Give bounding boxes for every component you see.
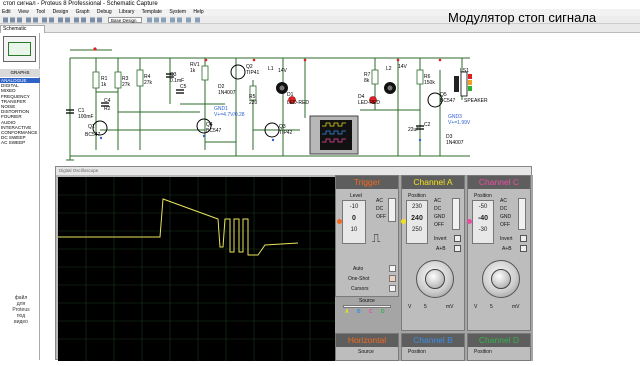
menu-design[interactable]: Design: [53, 9, 69, 15]
graphs-list: ANALOGUE DIGITAL MIXED FREQUENCY TRANSFE…: [0, 78, 40, 146]
label-d3-type: 1N4007: [446, 140, 464, 146]
label-r5-value: 220: [249, 100, 258, 106]
label-d1: D1: [287, 92, 294, 98]
trigger-oneshot-label: One-Shot: [348, 276, 370, 282]
tab-bar: Schematic Capture: [0, 24, 640, 39]
trigger-level-label: Level: [350, 193, 362, 199]
label-d4-type: LED-RED: [358, 100, 380, 106]
channel-c-coupling-switch[interactable]: [518, 198, 526, 230]
label-d1-type: LED-RED: [287, 100, 309, 106]
menu-view[interactable]: View: [18, 9, 29, 15]
trigger-cursors-label: Cursors: [351, 286, 369, 292]
left-panel: GRAPHS ANALOGUE DIGITAL MIXED FREQUENCY …: [0, 33, 40, 360]
channel-a-title: Channel A: [402, 176, 464, 189]
channel-d-panel: Channel D Position: [467, 333, 531, 361]
label-gnd1-value: V+=4.7V/0.28: [214, 112, 245, 118]
channel-a-position-display[interactable]: 230 240 250: [406, 200, 428, 244]
trigger-source-label: Source: [359, 298, 375, 304]
channel-c-volts-knob[interactable]: [482, 260, 520, 298]
channel-c-invert-button[interactable]: [520, 235, 527, 242]
channel-c-position-display[interactable]: -50 -40 -30: [472, 200, 494, 244]
label-q1-type: BC547: [85, 132, 101, 138]
trigger-title: Trigger: [336, 176, 398, 189]
channel-a-coupling-switch[interactable]: [452, 198, 460, 230]
page-heading: Модулятор стоп сигнала: [448, 10, 597, 25]
label-r7-value: 8k: [364, 78, 370, 84]
label-q5-type: BC547: [440, 98, 456, 104]
trigger-source-slider[interactable]: [343, 305, 391, 308]
channel-c-marker: [467, 219, 472, 224]
graphs-mode-header: GRAPHS: [0, 69, 40, 77]
channel-c-panel: Channel C Position -50 -40 -30 AC DC GND…: [467, 175, 531, 331]
label-q3-type: TIP42: [279, 130, 293, 136]
label-l2-value: 14V: [398, 64, 408, 70]
horizontal-title: Horizontal: [336, 334, 398, 347]
label-c2: C2: [424, 122, 431, 128]
label-q2-type: TIP41: [246, 70, 260, 76]
trigger-oneshot-button[interactable]: [389, 275, 396, 282]
oscilloscope-trace: [58, 177, 335, 361]
label-c4: C4: [104, 98, 111, 104]
label-r2: R2: [104, 106, 111, 112]
label-gnd3-value: V+=1.99V: [448, 120, 471, 126]
trigger-panel: Trigger Level -10 0 10 AC DC OFF ⎍ Auto …: [335, 175, 399, 297]
trigger-edge-icon[interactable]: ⎍: [372, 231, 380, 246]
side-note: файл для Proteus под видео: [12, 295, 30, 325]
window-title: стоп сигнал - Proteus 8 Professional - S…: [0, 0, 640, 9]
label-l1: L1: [268, 66, 274, 72]
menu-debug[interactable]: Debug: [97, 9, 112, 15]
label-rv1-value: 1k: [190, 68, 196, 74]
menu-template[interactable]: Template: [142, 9, 162, 15]
channel-c-title: Channel C: [468, 176, 530, 189]
oscilloscope-controls: Trigger Level -10 0 10 AC DC OFF ⎍ Auto …: [335, 175, 533, 361]
channel-a-volts-knob[interactable]: [416, 260, 454, 298]
graph-item-ac-sweep[interactable]: AC SWEEP: [0, 140, 40, 145]
oscilloscope-window[interactable]: Digital Oscilloscope Trigger Level -10 0…: [55, 166, 533, 361]
trigger-cursors-button[interactable]: [389, 285, 396, 292]
toolbar-icons-right[interactable]: [146, 16, 256, 24]
schematic-canvas[interactable]: R1 1k R3 27k R4 27k C3 0.1mF RV1 1k Q2 T…: [40, 33, 640, 166]
menu-system[interactable]: System: [169, 9, 186, 15]
design-select[interactable]: Base Design: [108, 17, 142, 23]
label-r3-value: 27k: [122, 82, 131, 88]
label-d2-type: 1N4007: [218, 90, 236, 96]
label-r4-value: 27k: [144, 80, 153, 86]
trigger-auto-label: Auto: [353, 266, 364, 272]
label-l1-value: 14V: [278, 68, 288, 74]
label-q1: Q1: [88, 124, 95, 130]
label-c2-value: 22uF: [408, 127, 419, 133]
channel-a-marker: [401, 219, 406, 224]
label-r6-value: 150k: [424, 80, 435, 86]
tab-schematic-capture[interactable]: Schematic Capture: [0, 25, 45, 39]
channel-d-title: Channel D: [468, 334, 530, 347]
channel-a-invert-button[interactable]: [454, 235, 461, 242]
channel-b-title: Channel B: [402, 334, 464, 347]
menu-graph[interactable]: Graph: [76, 9, 90, 15]
trigger-level-display[interactable]: -10 0 10: [342, 200, 366, 244]
menu-edit[interactable]: Edit: [2, 9, 11, 15]
label-ls1: LS1: [460, 68, 469, 74]
trigger-auto-button[interactable]: [389, 265, 396, 272]
label-c1-value: 100mF: [78, 114, 94, 120]
oscilloscope-title[interactable]: Digital Oscilloscope: [56, 167, 531, 175]
menu-tool[interactable]: Tool: [36, 9, 45, 15]
channel-a-panel: Channel A Position 230 240 250 AC DC GND…: [401, 175, 465, 331]
trigger-level-marker: [337, 219, 342, 224]
toolbar-icons[interactable]: [2, 16, 106, 24]
overview-preview[interactable]: [3, 36, 36, 62]
channel-b-panel: Channel B Position: [401, 333, 465, 361]
label-r1-value: 1k: [101, 82, 107, 88]
horizontal-panel: Horizontal Source: [335, 333, 399, 361]
trigger-coupling-switch[interactable]: [388, 198, 396, 222]
label-c5: C5: [180, 84, 187, 90]
menu-help[interactable]: Help: [193, 9, 203, 15]
label-l2: L2: [386, 66, 392, 72]
menu-library[interactable]: Library: [119, 9, 134, 15]
channel-a-aplusb-button[interactable]: [454, 245, 461, 252]
label-q4-type: BC547: [206, 128, 222, 134]
label-speaker: SPEAKER: [464, 98, 488, 104]
oscilloscope-screen: [58, 177, 335, 361]
channel-c-aplusb-button[interactable]: [520, 245, 527, 252]
